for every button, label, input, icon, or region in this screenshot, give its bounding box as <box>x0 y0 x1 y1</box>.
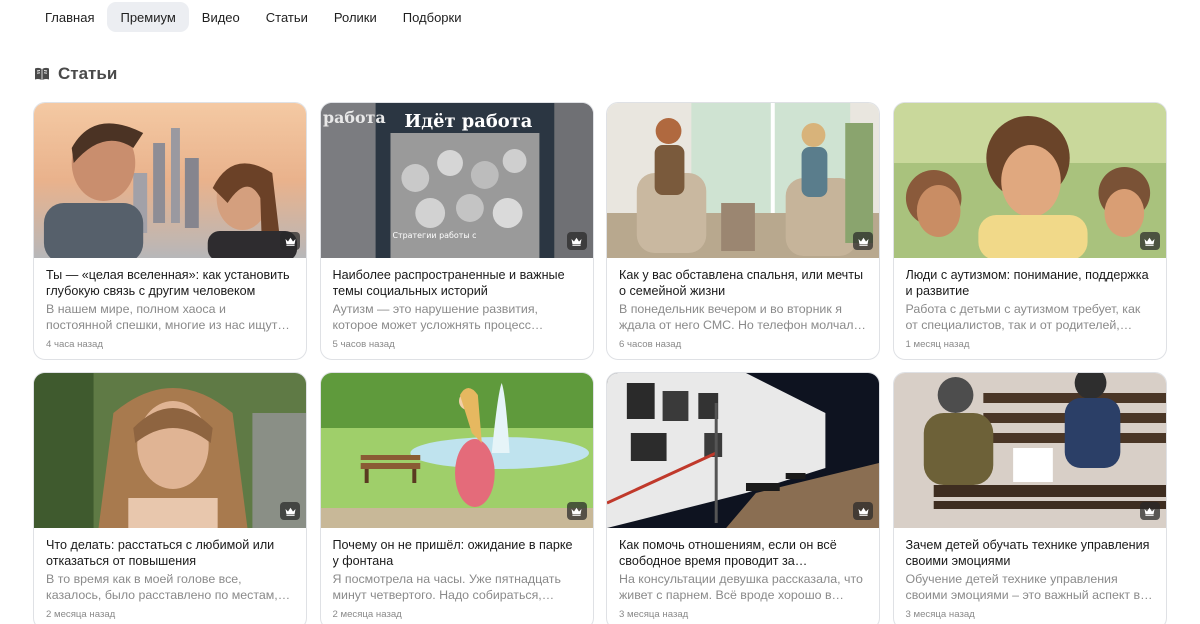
crown-icon <box>1144 507 1155 516</box>
premium-badge <box>853 502 873 520</box>
article-thumbnail <box>34 103 306 258</box>
article-title[interactable]: Люди с аутизмом: понимание, поддержка и … <box>906 268 1154 299</box>
article-card[interactable]: Как помочь отношениям, если он всё свобо… <box>606 372 880 624</box>
article-timestamp: 1 месяц назад <box>905 339 970 350</box>
article-title[interactable]: Как помочь отношениям, если он всё свобо… <box>619 538 867 569</box>
cover-subtitle-text: Стратегии работы с <box>392 231 476 240</box>
article-card[interactable]: Что делать: расстаться с любимой или отк… <box>33 372 307 624</box>
article-thumbnail <box>320 373 593 528</box>
book-cover-children-image: Идёт работа работа Стратегии работы с <box>320 103 593 258</box>
article-excerpt: Обучение детей технике управления своими… <box>905 572 1153 602</box>
article-timestamp: 4 часа назад <box>46 339 103 350</box>
article-excerpt: Работа с детьми с аутизмом требует, как … <box>905 302 1141 332</box>
crown-icon <box>571 507 582 516</box>
article-timestamp: 2 месяца назад <box>46 609 116 620</box>
article-thumbnail <box>607 103 879 258</box>
therapy-session-image <box>607 103 879 258</box>
crown-icon <box>858 237 868 246</box>
nav-item-clips[interactable]: Ролики <box>321 2 390 32</box>
crown-icon <box>571 237 582 246</box>
article-title[interactable]: Почему он не пришёл: ожидание в парке у … <box>333 538 581 569</box>
article-card[interactable]: Идёт работа работа Стратегии работы с На… <box>319 102 594 360</box>
park-fountain-image <box>320 373 593 528</box>
article-thumbnail: Идёт работа работа Стратегии работы с <box>320 103 593 258</box>
article-card[interactable]: Как у вас обставлена спальня, или мечты … <box>606 102 880 360</box>
article-card[interactable]: Почему он не пришёл: ожидание в парке у … <box>319 372 594 624</box>
article-card[interactable]: Зачем детей обучать технике управления с… <box>892 372 1167 624</box>
kids-on-bench-image <box>893 373 1166 528</box>
article-timestamp: 2 месяца назад <box>332 609 402 620</box>
top-nav: Главная Премиум Видео Статьи Ролики Подб… <box>32 2 474 32</box>
articles-grid: Ты — «целая вселенная»: как установить г… <box>33 102 1167 624</box>
premium-badge <box>1139 232 1160 250</box>
premium-badge <box>280 232 300 250</box>
article-title[interactable]: Ты — «целая вселенная»: как установить г… <box>46 268 294 299</box>
premium-badge <box>1139 502 1160 520</box>
article-thumbnail <box>893 103 1166 258</box>
article-timestamp: 3 месяца назад <box>619 609 689 620</box>
article-title[interactable]: Наиболее распространенные и важные темы … <box>333 268 581 299</box>
article-timestamp: 3 месяца назад <box>905 609 975 620</box>
article-title[interactable]: Что делать: расстаться с любимой или отк… <box>46 538 294 569</box>
crown-icon <box>858 507 868 516</box>
article-excerpt: В нашем мире, полном хаоса и постоянной … <box>46 302 290 332</box>
premium-badge <box>280 502 300 520</box>
article-excerpt: Аутизм — это нарушение развития, которое… <box>332 302 544 332</box>
article-timestamp: 6 часов назад <box>619 339 682 350</box>
article-timestamp: 5 часов назад <box>332 339 395 350</box>
article-card[interactable]: Ты — «целая вселенная»: как установить г… <box>33 102 307 360</box>
couple-city-sunset-image <box>34 103 306 258</box>
article-thumbnail <box>34 373 306 528</box>
article-title[interactable]: Зачем детей обучать технике управления с… <box>906 538 1154 569</box>
section-header: Статьи <box>34 64 117 84</box>
article-thumbnail <box>893 373 1166 528</box>
article-excerpt: На консультации девушка рассказала, что … <box>619 572 863 602</box>
article-excerpt: Я посмотрела на часы. Уже пятнадцать мин… <box>332 572 561 602</box>
article-title[interactable]: Как у вас обставлена спальня, или мечты … <box>619 268 867 299</box>
article-card[interactable]: Люди с аутизмом: понимание, поддержка и … <box>892 102 1167 360</box>
article-excerpt: В то время как в моей голове все, казало… <box>46 572 291 602</box>
nav-item-video[interactable]: Видео <box>189 2 253 32</box>
premium-badge <box>566 502 587 520</box>
article-thumbnail <box>607 373 879 528</box>
cover-side-text: работа <box>322 108 385 127</box>
photo-exhibition-image <box>607 373 879 528</box>
open-book-icon <box>35 67 49 80</box>
nav-item-articles[interactable]: Статьи <box>253 2 321 32</box>
premium-badge <box>566 232 587 250</box>
nav-item-collections[interactable]: Подборки <box>390 2 475 32</box>
crown-icon <box>1144 237 1155 246</box>
nav-item-premium[interactable]: Премиум <box>107 2 189 32</box>
premium-badge <box>853 232 873 250</box>
cover-title-text: Идёт работа <box>404 111 532 132</box>
section-title: Статьи <box>58 64 118 83</box>
woman-portrait-image <box>34 373 306 528</box>
crown-icon <box>285 507 295 516</box>
nav-item-home[interactable]: Главная <box>32 2 107 32</box>
crown-icon <box>285 237 295 246</box>
smiling-children-image <box>893 103 1166 258</box>
article-excerpt: В понедельник вечером и во вторник я жда… <box>619 302 866 332</box>
